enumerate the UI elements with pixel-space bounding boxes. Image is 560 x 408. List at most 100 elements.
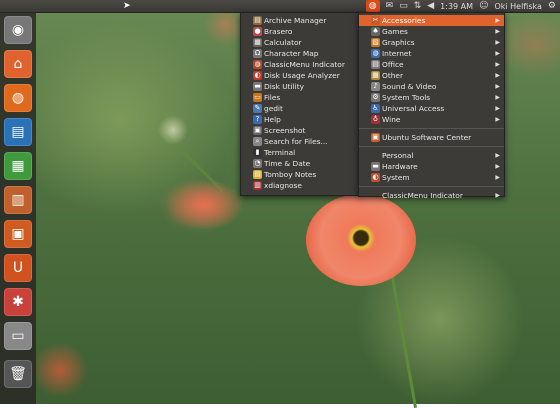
hardware-icon: ▬ xyxy=(371,162,380,171)
menu-item-label: Tomboy Notes xyxy=(264,170,317,179)
mail-icon[interactable]: ✉ xyxy=(386,0,394,12)
menu-item[interactable]: ▣ Screenshot xyxy=(241,125,359,136)
menu-item[interactable]: ⌕ Search for Files... xyxy=(241,136,359,147)
menu-item[interactable]: ▮ Terminal xyxy=(241,147,359,158)
menu-item[interactable]: Ω Character Map xyxy=(241,48,359,59)
software-center-icon: ▣ xyxy=(371,133,380,142)
menu-item[interactable]: ▦ Other ▶ xyxy=(359,70,504,81)
screenshot-icon: ▣ xyxy=(253,126,262,135)
libreoffice-calc-icon[interactable]: ▦ xyxy=(4,152,32,180)
menu-item[interactable]: ◐ System ▶ xyxy=(359,172,504,183)
menu-item-label: Office xyxy=(382,60,404,69)
submenu-arrow-icon: ▶ xyxy=(495,116,500,123)
help-icon: ? xyxy=(253,115,262,124)
menu-item-label: Character Map xyxy=(264,49,319,58)
menu-item-label: Search for Files... xyxy=(264,137,328,146)
menu-item[interactable]: ♿ Universal Access ▶ xyxy=(359,103,504,114)
menu-item-label: Calculator xyxy=(264,38,302,47)
office-icon: ▤ xyxy=(371,60,380,69)
internet-icon: ◍ xyxy=(371,49,380,58)
menu-item[interactable]: ▬ Hardware ▶ xyxy=(359,161,504,172)
menu-item-label: ClassicMenu Indicator xyxy=(264,60,345,69)
network-icon[interactable]: ⇅ xyxy=(414,0,422,12)
menu-item[interactable]: ▤ Archive Manager xyxy=(241,15,359,26)
menu-item[interactable]: ✂ Accessories ▶ xyxy=(359,15,504,26)
classicmenu-indicator-icon[interactable]: ◍ xyxy=(365,0,380,12)
home-folder-icon[interactable]: ⌂ xyxy=(4,50,32,78)
menu-item[interactable]: ♠ Games ▶ xyxy=(359,26,504,37)
blurred-bud xyxy=(158,115,188,145)
menu-item[interactable]: ♁ Wine ▶ xyxy=(359,114,504,125)
menu-item[interactable]: ? Help xyxy=(241,114,359,125)
menu-item[interactable]: ◔ Time & Date xyxy=(241,158,359,169)
flower-stem xyxy=(388,259,418,408)
menu-item[interactable]: ♪ Sound & Video ▶ xyxy=(359,81,504,92)
menu-item-label: Internet xyxy=(382,49,412,58)
volume-icon[interactable]: ◀ xyxy=(427,0,434,12)
menu-separator xyxy=(359,186,504,187)
menu-item[interactable]: ◐ Disk Usage Analyzer xyxy=(241,70,359,81)
menu-item-label: Time & Date xyxy=(264,159,311,168)
menu-item-label: Terminal xyxy=(264,148,296,157)
menu-item[interactable]: ▤ Office ▶ xyxy=(359,59,504,70)
libreoffice-writer-icon[interactable]: ▤ xyxy=(4,118,32,146)
menu-item[interactable]: ▥ xdiagnose xyxy=(241,180,359,191)
trash-icon[interactable]: 🗑 xyxy=(4,360,32,388)
accessories-icon: ✂ xyxy=(371,16,380,25)
software-center-icon[interactable]: ▣ xyxy=(4,220,32,248)
menu-item[interactable]: ● Brasero xyxy=(241,26,359,37)
menu-item-label: Games xyxy=(382,27,408,36)
dash-home-icon[interactable]: ◉ xyxy=(4,16,32,44)
ubuntu-one-icon[interactable]: U xyxy=(4,254,32,282)
menu-item-label: Files xyxy=(264,93,281,102)
menu-item[interactable]: ▬ Disk Utility xyxy=(241,81,359,92)
submenu-arrow-icon: ▶ xyxy=(495,105,500,112)
menu-item[interactable]: ◍ Internet ▶ xyxy=(359,48,504,59)
menu-item-label: System xyxy=(382,173,410,182)
menu-separator xyxy=(359,146,504,147)
universal-access-icon: ♿ xyxy=(371,104,380,113)
user-name[interactable]: Oki Helfiska xyxy=(494,2,541,11)
poppy-flower xyxy=(306,194,416,286)
menu-item[interactable]: ▭ Files xyxy=(241,92,359,103)
accessories-submenu: ▤ Archive Manager ● Brasero ▦ Calculator Ω Char… xyxy=(240,12,360,196)
menu-item-label: Other xyxy=(382,71,403,80)
system-settings-icon[interactable]: ✱ xyxy=(4,288,32,316)
submenu-arrow-icon: ▶ xyxy=(495,94,500,101)
menu-item[interactable]: ⚙ System Tools ▶ xyxy=(359,92,504,103)
submenu-arrow-icon: ▶ xyxy=(495,72,500,79)
notes-icon: ▤ xyxy=(253,170,262,179)
submenu-arrow-icon: ▶ xyxy=(495,28,500,35)
menu-item[interactable]: ◍ ClassicMenu Indicator xyxy=(241,59,359,70)
submenu-arrow-icon: ▶ xyxy=(495,192,500,199)
xdiagnose-icon: ▥ xyxy=(253,181,262,190)
gedit-icon: ✎ xyxy=(253,104,262,113)
clock[interactable]: 1:39 AM xyxy=(440,2,473,11)
battery-icon[interactable]: ▭ xyxy=(399,0,408,12)
launcher: ◉ ⌂ ◍ ▤ ▦ ▥ ▣ U ✱ ▭ 🗑 xyxy=(0,12,36,404)
menu-item-label: xdiagnose xyxy=(264,181,302,190)
mouse-cursor-icon: ➤ xyxy=(123,1,131,11)
indicator-area: ◍ ✉ ▭ ⇅ ◀ 1:39 AM ☺ Oki Helfiska ⚙ xyxy=(365,0,556,12)
menu-item[interactable]: ▦ Calculator xyxy=(241,37,359,48)
gear-icon[interactable]: ⚙ xyxy=(548,0,556,12)
user-icon: ☺ xyxy=(479,1,489,11)
menu-item[interactable]: Personal ▶ xyxy=(359,150,504,161)
classicmenu-main-menu: ✂ Accessories ▶ ♠ Games ▶ ▧ Graphics ▶ ◍ Internet ▶… xyxy=(358,12,505,200)
menu-item[interactable]: ▧ Graphics ▶ xyxy=(359,37,504,48)
wine-icon: ♁ xyxy=(371,115,380,124)
menu-item[interactable]: ▤ Tomboy Notes xyxy=(241,169,359,180)
menu-item[interactable]: ClassicMenu Indicator ▶ xyxy=(359,190,504,201)
submenu-arrow-icon: ▶ xyxy=(495,163,500,170)
sound-video-icon: ♪ xyxy=(371,82,380,91)
firefox-icon[interactable]: ◍ xyxy=(4,84,32,112)
libreoffice-impress-icon[interactable]: ▥ xyxy=(4,186,32,214)
system-tools-icon: ⚙ xyxy=(371,93,380,102)
submenu-arrow-icon: ▶ xyxy=(495,152,500,159)
disk-usage-icon: ◐ xyxy=(253,71,262,80)
workspace-switcher-icon[interactable]: ▭ xyxy=(4,322,32,350)
menu-item-label: Brasero xyxy=(264,27,293,36)
menu-item[interactable]: ✎ gedit xyxy=(241,103,359,114)
submenu-arrow-icon: ▶ xyxy=(495,83,500,90)
menu-item[interactable]: ▣ Ubuntu Software Center xyxy=(359,132,504,143)
